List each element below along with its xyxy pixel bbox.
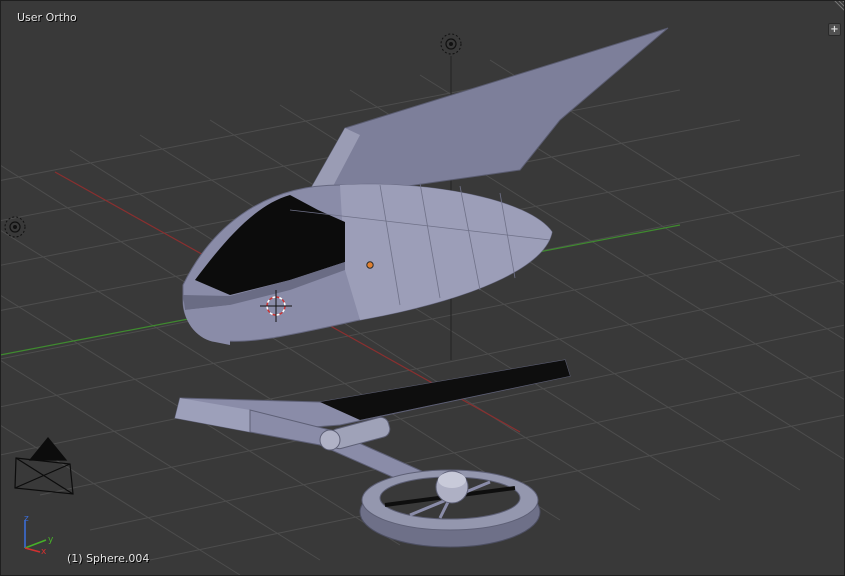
- corner-grip-icon[interactable]: [831, 0, 845, 14]
- origin-dot-icon: [366, 261, 374, 269]
- lamp-icon[interactable]: [4, 216, 26, 238]
- axis-z-label: z: [24, 514, 29, 524]
- add-panel-icon[interactable]: +: [828, 23, 841, 36]
- camera-icon[interactable]: [14, 437, 74, 495]
- 3d-viewport[interactable]: z y x User Ortho (1) Sphere.004 +: [0, 0, 845, 576]
- scene-canvas[interactable]: z y x: [0, 0, 845, 576]
- axis-x-label: x: [41, 547, 47, 557]
- axis-gizmo-icon: z y x: [24, 514, 54, 557]
- view-mode-label: User Ortho: [17, 11, 77, 24]
- axis-y-label: y: [48, 535, 54, 545]
- lamp-icon[interactable]: [440, 33, 462, 55]
- active-object-label: (1) Sphere.004: [67, 552, 150, 565]
- ship-body-mesh[interactable]: [182, 27, 669, 345]
